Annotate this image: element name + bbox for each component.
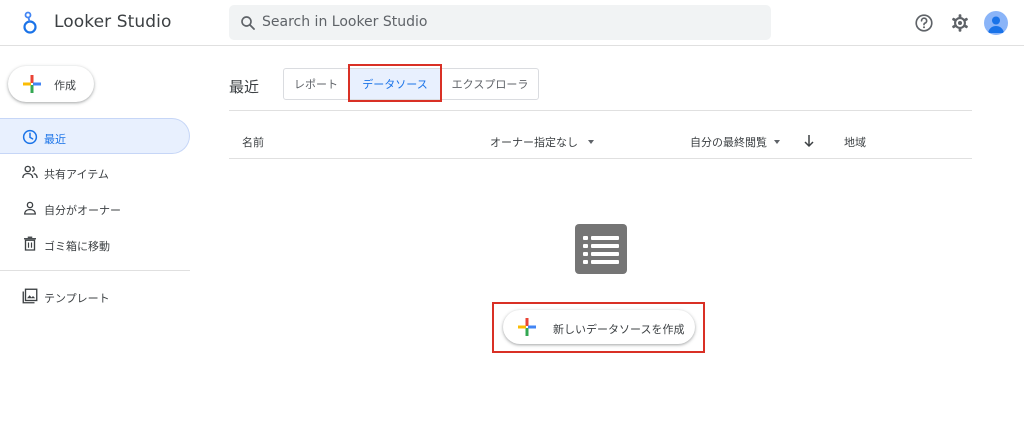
owner-filter-dropdown[interactable]: オーナー指定なし	[490, 134, 578, 150]
column-header-region[interactable]: 地域	[844, 134, 866, 150]
sidebar-item-label: 最近	[44, 133, 66, 146]
divider-header	[229, 158, 972, 159]
sidebar-item-label: 共有アイテム	[44, 168, 109, 181]
account-avatar[interactable]	[984, 11, 1008, 35]
tab-explorer[interactable]: エクスプローラ	[441, 68, 539, 100]
sidebar-divider	[0, 270, 190, 271]
app-title: Looker Studio	[54, 12, 172, 32]
help-icon[interactable]	[913, 12, 935, 34]
divider-top	[229, 110, 972, 111]
tab-reports[interactable]: レポート	[283, 68, 349, 100]
sidebar-item-recent[interactable]: 最近	[0, 118, 190, 154]
chevron-down-icon[interactable]	[774, 140, 780, 144]
sidebar-item-templates[interactable]: テンプレート	[0, 278, 190, 314]
page-title: 最近	[229, 78, 260, 96]
search-icon	[241, 16, 255, 30]
sort-arrow-down-icon[interactable]	[803, 134, 815, 148]
settings-icon[interactable]	[949, 12, 971, 34]
sidebar-item-label: テンプレート	[44, 292, 110, 305]
sidebar-item-label: ゴミ箱に移動	[44, 240, 110, 253]
person-avatar-icon	[988, 16, 1004, 33]
sidebar-item-trash[interactable]: ゴミ箱に移動	[0, 226, 190, 262]
looker-studio-logo-icon[interactable]	[22, 11, 38, 35]
create-button[interactable]: 作成	[8, 66, 94, 102]
highlight-box-button	[492, 302, 705, 353]
plus-icon	[23, 75, 41, 93]
clock-icon	[22, 129, 38, 145]
sidebar-item-owned-by-me[interactable]: 自分がオーナー	[0, 190, 190, 226]
app-header: Looker Studio Search in Looker Studio	[0, 0, 1024, 46]
create-button-label: 作成	[54, 79, 76, 92]
template-icon	[22, 288, 38, 304]
people-icon	[22, 165, 38, 179]
person-icon	[24, 201, 36, 215]
last-viewed-sort-dropdown[interactable]: 自分の最終閲覧	[690, 134, 767, 150]
highlight-box-tab	[348, 64, 442, 102]
search-input[interactable]: Search in Looker Studio	[262, 14, 427, 30]
trash-icon	[24, 236, 36, 251]
column-header-name[interactable]: 名前	[242, 134, 264, 150]
chevron-down-icon[interactable]	[588, 140, 594, 144]
data-list-icon	[575, 224, 627, 274]
sidebar-item-shared[interactable]: 共有アイテム	[0, 154, 190, 190]
sidebar-item-label: 自分がオーナー	[44, 204, 121, 217]
search-bar[interactable]: Search in Looker Studio	[229, 5, 771, 40]
